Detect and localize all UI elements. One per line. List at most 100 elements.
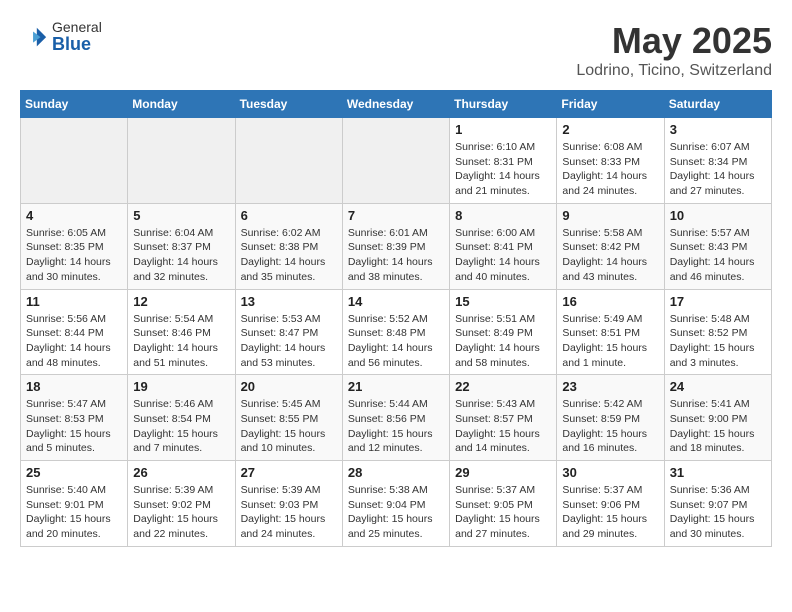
day-number: 25 <box>26 465 122 480</box>
day-info: Sunrise: 5:36 AMSunset: 9:07 PMDaylight:… <box>670 483 766 542</box>
day-info: Sunrise: 5:46 AMSunset: 8:54 PMDaylight:… <box>133 397 229 456</box>
calendar-cell <box>342 118 449 204</box>
calendar-cell: 5Sunrise: 6:04 AMSunset: 8:37 PMDaylight… <box>128 203 235 289</box>
day-info: Sunrise: 6:10 AMSunset: 8:31 PMDaylight:… <box>455 140 551 199</box>
day-number: 7 <box>348 208 444 223</box>
day-number: 12 <box>133 294 229 309</box>
day-number: 11 <box>26 294 122 309</box>
day-info: Sunrise: 5:47 AMSunset: 8:53 PMDaylight:… <box>26 397 122 456</box>
logo-icon <box>20 24 48 52</box>
calendar-cell <box>235 118 342 204</box>
day-info: Sunrise: 6:07 AMSunset: 8:34 PMDaylight:… <box>670 140 766 199</box>
logo: General Blue <box>20 20 102 55</box>
calendar-cell: 29Sunrise: 5:37 AMSunset: 9:05 PMDayligh… <box>450 461 557 547</box>
calendar-cell: 11 Sunrise: 5:56 AMSunset: 8:44 PMDayligh… <box>21 289 128 375</box>
calendar-cell <box>128 118 235 204</box>
day-number: 31 <box>670 465 766 480</box>
calendar-cell: 14 Sunrise: 5:52 AMSunset: 8:48 PMDayligh… <box>342 289 449 375</box>
day-number: 2 <box>562 122 658 137</box>
calendar-cell: 27 Sunrise: 5:39 AMSunset: 9:03 PMDayligh… <box>235 461 342 547</box>
day-info: Sunrise: 5:48 AMSunset: 8:52 PMDaylight:… <box>670 312 766 371</box>
day-number: 14 <box>348 294 444 309</box>
day-info: Sunrise: 5:37 AMSunset: 9:06 PMDaylight:… <box>562 483 658 542</box>
calendar-cell: 28Sunrise: 5:38 AMSunset: 9:04 PMDayligh… <box>342 461 449 547</box>
calendar-cell: 20 Sunrise: 5:45 AMSunset: 8:55 PMDayligh… <box>235 375 342 461</box>
day-info: Sunrise: 5:56 AMSunset: 8:44 PMDaylight:… <box>26 312 122 371</box>
day-info: Sunrise: 5:39 AMSunset: 9:02 PMDaylight:… <box>133 483 229 542</box>
calendar-cell: 3 Sunrise: 6:07 AMSunset: 8:34 PMDaylight… <box>664 118 771 204</box>
title-block: May 2025 Lodrino, Ticino, Switzerland <box>576 20 772 80</box>
day-info: Sunrise: 5:39 AMSunset: 9:03 PMDaylight:… <box>241 483 337 542</box>
day-number: 13 <box>241 294 337 309</box>
day-number: 26 <box>133 465 229 480</box>
calendar-cell: 8Sunrise: 6:00 AMSunset: 8:41 PMDaylight… <box>450 203 557 289</box>
day-number: 8 <box>455 208 551 223</box>
day-number: 5 <box>133 208 229 223</box>
day-header-thursday: Thursday <box>450 91 557 118</box>
calendar-cell: 4 Sunrise: 6:05 AMSunset: 8:35 PMDaylight… <box>21 203 128 289</box>
calendar-cell: 19 Sunrise: 5:46 AMSunset: 8:54 PMDayligh… <box>128 375 235 461</box>
day-number: 17 <box>670 294 766 309</box>
day-number: 1 <box>455 122 551 137</box>
calendar-cell: 1 Sunrise: 6:10 AMSunset: 8:31 PMDaylight… <box>450 118 557 204</box>
calendar-cell: 24Sunrise: 5:41 AMSunset: 9:00 PMDayligh… <box>664 375 771 461</box>
day-number: 29 <box>455 465 551 480</box>
day-header-wednesday: Wednesday <box>342 91 449 118</box>
calendar-cell: 17 Sunrise: 5:48 AMSunset: 8:52 PMDayligh… <box>664 289 771 375</box>
calendar-header-row: SundayMondayTuesdayWednesdayThursdayFrid… <box>21 91 772 118</box>
day-number: 3 <box>670 122 766 137</box>
day-info: Sunrise: 5:38 AMSunset: 9:04 PMDaylight:… <box>348 483 444 542</box>
day-number: 21 <box>348 379 444 394</box>
day-number: 20 <box>241 379 337 394</box>
day-info: Sunrise: 5:42 AMSunset: 8:59 PMDaylight:… <box>562 397 658 456</box>
calendar-cell: 7 Sunrise: 6:01 AMSunset: 8:39 PMDaylight… <box>342 203 449 289</box>
day-number: 15 <box>455 294 551 309</box>
calendar-cell: 6 Sunrise: 6:02 AMSunset: 8:38 PMDaylight… <box>235 203 342 289</box>
calendar-cell: 26 Sunrise: 5:39 AMSunset: 9:02 PMDayligh… <box>128 461 235 547</box>
day-info: Sunrise: 6:05 AMSunset: 8:35 PMDaylight:… <box>26 226 122 285</box>
day-number: 27 <box>241 465 337 480</box>
day-header-friday: Friday <box>557 91 664 118</box>
day-number: 6 <box>241 208 337 223</box>
day-info: Sunrise: 5:43 AMSunset: 8:57 PMDaylight:… <box>455 397 551 456</box>
page-header: General Blue May 2025 Lodrino, Ticino, S… <box>20 20 772 80</box>
day-info: Sunrise: 6:01 AMSunset: 8:39 PMDaylight:… <box>348 226 444 285</box>
calendar-cell: 31 Sunrise: 5:36 AMSunset: 9:07 PMDayligh… <box>664 461 771 547</box>
calendar-cell: 18 Sunrise: 5:47 AMSunset: 8:53 PMDayligh… <box>21 375 128 461</box>
day-info: Sunrise: 5:45 AMSunset: 8:55 PMDaylight:… <box>241 397 337 456</box>
calendar-week-row: 25 Sunrise: 5:40 AMSunset: 9:01 PMDayligh… <box>21 461 772 547</box>
day-info: Sunrise: 5:54 AMSunset: 8:46 PMDaylight:… <box>133 312 229 371</box>
calendar-cell: 23 Sunrise: 5:42 AMSunset: 8:59 PMDayligh… <box>557 375 664 461</box>
day-header-saturday: Saturday <box>664 91 771 118</box>
day-number: 9 <box>562 208 658 223</box>
calendar-cell: 22Sunrise: 5:43 AMSunset: 8:57 PMDayligh… <box>450 375 557 461</box>
calendar-week-row: 1 Sunrise: 6:10 AMSunset: 8:31 PMDaylight… <box>21 118 772 204</box>
day-info: Sunrise: 5:41 AMSunset: 9:00 PMDaylight:… <box>670 397 766 456</box>
day-info: Sunrise: 5:40 AMSunset: 9:01 PMDaylight:… <box>26 483 122 542</box>
day-number: 18 <box>26 379 122 394</box>
calendar-cell: 16 Sunrise: 5:49 AMSunset: 8:51 PMDayligh… <box>557 289 664 375</box>
day-header-tuesday: Tuesday <box>235 91 342 118</box>
day-header-sunday: Sunday <box>21 91 128 118</box>
calendar-week-row: 4 Sunrise: 6:05 AMSunset: 8:35 PMDaylight… <box>21 203 772 289</box>
day-info: Sunrise: 5:53 AMSunset: 8:47 PMDaylight:… <box>241 312 337 371</box>
day-header-monday: Monday <box>128 91 235 118</box>
day-info: Sunrise: 5:57 AMSunset: 8:43 PMDaylight:… <box>670 226 766 285</box>
day-info: Sunrise: 5:52 AMSunset: 8:48 PMDaylight:… <box>348 312 444 371</box>
main-title: May 2025 <box>576 20 772 62</box>
logo-blue-label: Blue <box>52 35 102 55</box>
day-number: 10 <box>670 208 766 223</box>
day-number: 19 <box>133 379 229 394</box>
day-number: 16 <box>562 294 658 309</box>
day-info: Sunrise: 5:49 AMSunset: 8:51 PMDaylight:… <box>562 312 658 371</box>
day-number: 4 <box>26 208 122 223</box>
day-info: Sunrise: 6:08 AMSunset: 8:33 PMDaylight:… <box>562 140 658 199</box>
day-number: 30 <box>562 465 658 480</box>
day-info: Sunrise: 6:02 AMSunset: 8:38 PMDaylight:… <box>241 226 337 285</box>
calendar-week-row: 11 Sunrise: 5:56 AMSunset: 8:44 PMDayligh… <box>21 289 772 375</box>
day-info: Sunrise: 5:51 AMSunset: 8:49 PMDaylight:… <box>455 312 551 371</box>
calendar-cell: 2 Sunrise: 6:08 AMSunset: 8:33 PMDaylight… <box>557 118 664 204</box>
day-info: Sunrise: 5:58 AMSunset: 8:42 PMDaylight:… <box>562 226 658 285</box>
day-number: 23 <box>562 379 658 394</box>
calendar-cell: 15 Sunrise: 5:51 AMSunset: 8:49 PMDayligh… <box>450 289 557 375</box>
